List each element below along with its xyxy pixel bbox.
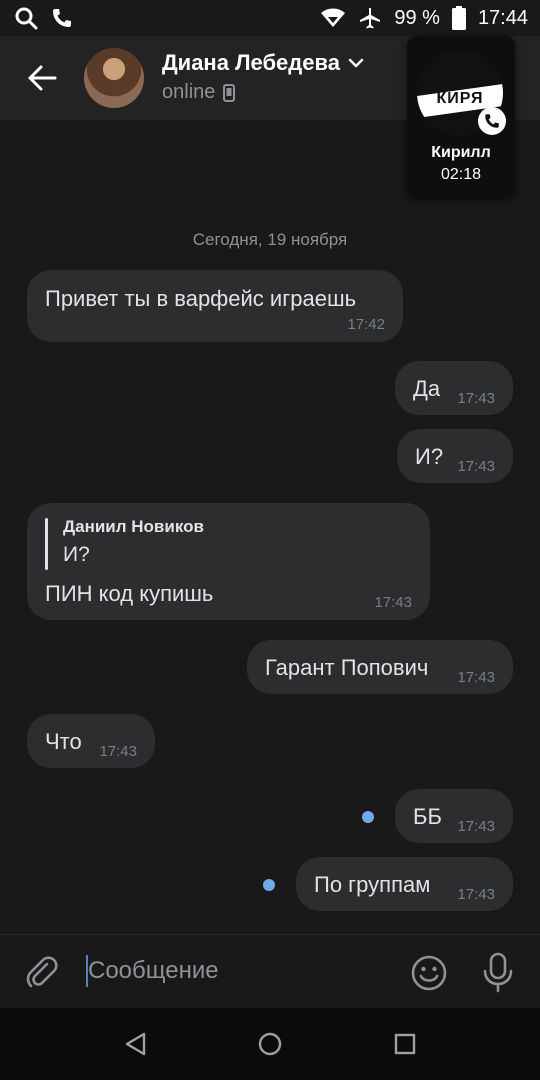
message-time: 17:43: [99, 743, 137, 760]
unread-indicator-dot: [362, 811, 374, 823]
message-text: ББ: [413, 804, 442, 829]
nav-recents-icon[interactable]: [392, 1031, 418, 1057]
message-text: Привет ты в варфейс играешь: [45, 286, 357, 311]
back-arrow-icon[interactable]: [22, 58, 62, 98]
chevron-down-icon: [348, 58, 364, 68]
battery-icon: [451, 6, 466, 30]
contact-title[interactable]: Диана Лебедева: [162, 50, 364, 76]
attach-icon[interactable]: [24, 955, 60, 991]
message-bubble-incoming[interactable]: Что 17:43: [27, 714, 155, 768]
search-icon: [15, 7, 38, 30]
message-bubble-outgoing[interactable]: И? 17:43: [397, 429, 513, 483]
contact-name: Диана Лебедева: [162, 50, 340, 75]
reply-quote-bar: [45, 518, 48, 570]
message-bubble-reply[interactable]: Даниил Новиков И? ПИН код купишь 17:43: [27, 503, 430, 620]
contact-status: online: [162, 81, 236, 104]
message-time: 17:43: [457, 458, 495, 475]
nav-home-icon[interactable]: [256, 1030, 284, 1058]
online-status: online: [162, 81, 216, 103]
clock: 17:44: [477, 6, 528, 29]
message-bubble-outgoing[interactable]: Гарант Попович 17:43: [247, 640, 513, 694]
message-time: 17:43: [457, 390, 495, 407]
message-composer: Сообщение: [0, 934, 540, 1009]
emoji-icon[interactable]: [409, 953, 449, 993]
ongoing-call-card[interactable]: КИРЯ Кирилл 02:18: [407, 36, 515, 198]
reply-author: Даниил Новиков: [63, 517, 204, 536]
contact-avatar[interactable]: [84, 48, 144, 108]
message-text: Да: [413, 376, 441, 401]
airplane-icon: [360, 8, 381, 29]
call-avatar-text: КИРЯ: [436, 90, 484, 107]
message-bubble-outgoing[interactable]: По группам 17:43: [296, 857, 513, 911]
reply-quoted-text: И?: [63, 543, 90, 566]
message-time: 17:43: [457, 669, 495, 686]
battery-percent: 99 %: [394, 6, 440, 29]
message-bubble-outgoing[interactable]: ББ 17:43: [395, 789, 513, 843]
unread-indicator-dot: [263, 879, 275, 891]
microphone-icon[interactable]: [480, 951, 516, 993]
call-duration: 02:18: [440, 166, 482, 183]
message-text: И?: [415, 444, 444, 469]
message-time: 17:43: [457, 886, 495, 903]
call-contact-name: Кирилл: [431, 144, 491, 161]
system-navigation-bar: [0, 1008, 540, 1080]
message-time: 17:42: [347, 316, 385, 333]
nav-back-icon[interactable]: [122, 1030, 150, 1058]
wifi-icon: [321, 8, 346, 27]
message-text: Гарант Попович: [265, 655, 429, 680]
message-text: По группам: [314, 872, 431, 897]
status-bar: 99 % 17:44: [0, 0, 540, 36]
message-text: ПИН код купишь: [45, 581, 214, 606]
message-bubble-incoming[interactable]: Привет ты в варфейс играешь 17:42: [27, 270, 403, 342]
message-text: Что: [45, 729, 82, 754]
message-input[interactable]: Сообщение: [88, 957, 219, 985]
mobile-device-icon: [223, 83, 236, 102]
message-bubble-outgoing[interactable]: Да 17:43: [395, 361, 513, 415]
phone-icon: [53, 9, 71, 27]
phone-badge-icon: [478, 107, 506, 135]
message-time: 17:43: [457, 818, 495, 835]
message-time: 17:43: [374, 594, 412, 611]
date-separator: Сегодня, 19 ноября: [192, 230, 348, 249]
